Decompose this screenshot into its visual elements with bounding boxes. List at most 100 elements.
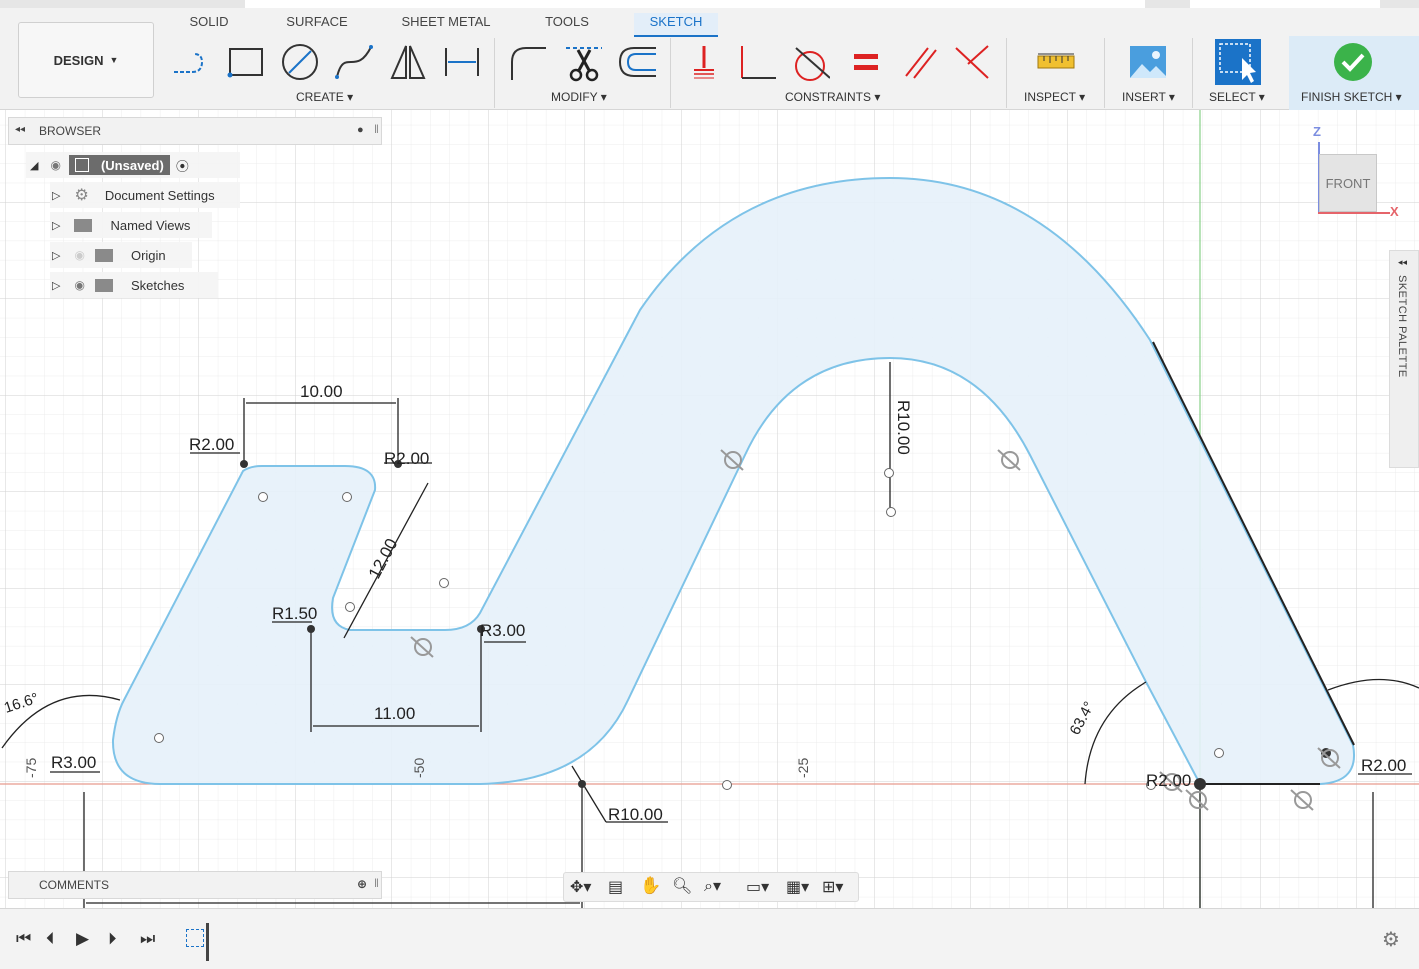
tab-solid[interactable]: SOLID	[182, 13, 236, 37]
comments-panel-header[interactable]: COMMENTS ⊕ ‖	[8, 871, 382, 899]
timeline-marker[interactable]	[206, 923, 209, 961]
axis-x-line	[1318, 212, 1390, 214]
spline-tool-button[interactable]	[334, 38, 374, 86]
dimension-radius-slot-bottom[interactable]: R1.50	[272, 604, 317, 623]
offset-tool-button[interactable]	[616, 38, 656, 86]
axis-label-minus-75: -75	[23, 758, 39, 778]
view-cube[interactable]: Z X FRONT	[1308, 124, 1400, 220]
tangent-constraint-button[interactable]	[790, 38, 830, 86]
tab-surface[interactable]: SURFACE	[280, 13, 354, 37]
tab-tools[interactable]: TOOLS	[536, 13, 598, 37]
fillet-icon	[511, 47, 546, 80]
dimension-radius-inner-corner[interactable]: R3.00	[480, 621, 525, 640]
scissors-icon	[566, 47, 602, 82]
perpendicular-constraint-button[interactable]	[736, 38, 776, 86]
browser-item-sketches[interactable]: ▷ ◉ Sketches	[50, 272, 218, 298]
dimension-icon	[445, 48, 479, 76]
eye-icon[interactable]: ◉	[50, 158, 60, 172]
expand-triangle-icon[interactable]: ▷	[52, 189, 60, 202]
line-tool-button[interactable]	[172, 38, 212, 86]
go-to-start-icon[interactable]: ⏮	[16, 929, 31, 949]
dimension-width-top[interactable]: 10.00	[300, 382, 343, 401]
tab-sketch[interactable]: SKETCH	[634, 13, 718, 37]
dimension-radius-arch[interactable]: R10.00	[894, 400, 913, 455]
collapse-triangle-icon[interactable]: ◢	[30, 159, 38, 172]
design-workspace-button[interactable]: DESIGN ▼	[18, 22, 154, 98]
collinear-constraint-button[interactable]	[952, 38, 992, 86]
finish-sketch-button[interactable]: FINISH SKETCH ▾	[1289, 36, 1419, 110]
dimension-slot-width[interactable]: 11.00	[374, 704, 415, 723]
insert-group-label[interactable]: INSERT ▾	[1122, 90, 1175, 104]
browser-item-origin[interactable]: ▷ ◉ Origin	[50, 242, 192, 268]
inspect-group-label[interactable]: INSPECT ▾	[1024, 90, 1085, 104]
constraints-group-label[interactable]: CONSTRAINTS ▾	[785, 90, 880, 104]
view-cube-front-face[interactable]: FRONT	[1319, 154, 1377, 212]
grid-settings-icon[interactable]: ▦▾	[786, 877, 809, 897]
display-settings-icon[interactable]: ▭▾	[746, 877, 769, 897]
axis-label-minus-25: -25	[795, 758, 811, 778]
eye-icon[interactable]: ◉	[74, 278, 84, 292]
timeline-bar: ⏮ ⏴ ▶ ⏵ ⏭ ⚙	[0, 908, 1419, 969]
mirror-tool-button[interactable]	[388, 38, 428, 86]
collapse-left-icon[interactable]: ◂◂	[15, 124, 25, 135]
expand-left-icon[interactable]: ◂◂	[1398, 257, 1407, 268]
rectangle-icon	[227, 48, 263, 78]
perpendicular-icon	[741, 46, 776, 79]
sketch-palette-tab[interactable]: ◂◂ SKETCH PALETTE	[1389, 250, 1419, 468]
coincident-constraint-button[interactable]	[684, 38, 724, 86]
browser-panel-header[interactable]: ◂◂ BROWSER ● ‖	[8, 117, 382, 145]
orbit-icon[interactable]: ✥▾	[570, 877, 591, 897]
pin-icon[interactable]: ●	[357, 124, 364, 136]
equal-constraint-button[interactable]	[846, 38, 886, 86]
tab-sheet-metal[interactable]: SHEET METAL	[396, 13, 496, 37]
dimension-radius-bottom-left[interactable]: R3.00	[51, 753, 96, 772]
fillet-tool-button[interactable]	[508, 38, 548, 86]
sketch-timeline-feature-icon[interactable]	[186, 929, 204, 947]
root-component[interactable]: (Unsaved)	[68, 155, 170, 175]
expand-triangle-icon[interactable]: ▷	[52, 279, 60, 292]
dimension-radius-right-foot[interactable]: R2.00	[1146, 771, 1191, 790]
trim-tool-button[interactable]	[564, 38, 604, 86]
toolbar: DESIGN ▼ SOLID SURFACE SHEET METAL TOOLS…	[0, 8, 1419, 110]
tangent-icon	[795, 47, 830, 81]
eye-hidden-icon[interactable]: ◉	[74, 248, 84, 262]
dimension-radius-bottom-mid[interactable]: R10.00	[608, 805, 663, 824]
rectangle-tool-button[interactable]	[226, 38, 266, 86]
expand-triangle-icon[interactable]: ▷	[52, 219, 60, 232]
sketch-canvas[interactable]: 10.00 R2.00 R2.00 12.00 R1.50 R3.00 11.0…	[0, 110, 1419, 908]
circle-tool-button[interactable]	[280, 38, 320, 86]
select-tool-button[interactable]	[1214, 38, 1262, 86]
look-at-icon[interactable]: ▤	[608, 877, 623, 897]
step-forward-icon[interactable]: ⏵	[108, 929, 117, 949]
ruler-icon	[1037, 53, 1075, 69]
create-group-label[interactable]: CREATE ▾	[296, 90, 353, 104]
step-back-icon[interactable]: ⏴	[46, 929, 55, 949]
mirror-icon	[390, 45, 426, 79]
browser-item-document-settings[interactable]: ▷ ⚙ Document Settings	[50, 182, 240, 208]
zoom-window-icon[interactable]: ⌕▾	[704, 876, 721, 896]
insert-image-button[interactable]	[1128, 38, 1168, 86]
pan-hand-icon[interactable]: ✋	[640, 876, 661, 896]
browser-root-row[interactable]: ◢ ◉ (Unsaved) ⦿	[26, 152, 240, 178]
dimension-radius-right-bottom[interactable]: R2.00	[1361, 756, 1406, 775]
modify-group-label[interactable]: MODIFY ▾	[551, 90, 607, 104]
timeline-settings-gear-icon[interactable]: ⚙	[1382, 927, 1400, 952]
parallel-constraint-button[interactable]	[900, 38, 940, 86]
browser-item-named-views[interactable]: ▷ Named Views	[50, 212, 212, 238]
front-face-label: FRONT	[1325, 175, 1371, 191]
expand-triangle-icon[interactable]: ▷	[52, 249, 60, 262]
sketch-dimension-tool-button[interactable]	[442, 38, 482, 86]
add-comment-icon[interactable]: ⊕	[357, 877, 367, 891]
activate-radio-icon[interactable]: ⦿	[176, 156, 189, 175]
dimension-radius-top-left[interactable]: R2.00	[189, 435, 234, 454]
sketch-drawing[interactable]: 10.00 R2.00 R2.00 12.00 R1.50 R3.00 11.0…	[0, 110, 1419, 908]
viewports-icon[interactable]: ⊞▾	[822, 877, 843, 897]
sketch-palette-label: SKETCH PALETTE	[1396, 275, 1408, 378]
play-icon[interactable]: ▶	[76, 929, 89, 949]
separator	[1006, 38, 1007, 108]
dimension-radius-top-right[interactable]: R2.00	[384, 449, 429, 468]
go-to-end-icon[interactable]: ⏭	[140, 929, 155, 949]
select-group-label[interactable]: SELECT ▾	[1209, 90, 1265, 104]
measure-tool-button[interactable]	[1036, 38, 1076, 86]
zoom-icon[interactable]: 🔍︎	[672, 876, 692, 896]
